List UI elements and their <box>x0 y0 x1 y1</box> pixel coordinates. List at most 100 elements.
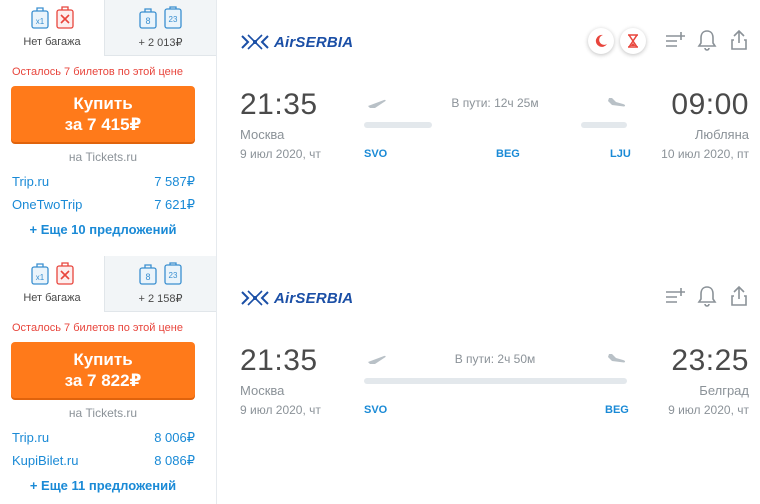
hand-luggage-icon: x1 <box>30 263 49 285</box>
baggage-options: x1 Нет багажа 8 <box>0 256 216 312</box>
flight-duration: В пути: 12ч 25м <box>451 96 539 110</box>
departure-airport-code[interactable]: SVO <box>364 404 387 416</box>
landing-icon <box>607 98 627 110</box>
more-offers-link[interactable]: + Еще 11 предложений <box>0 478 206 493</box>
departure-city: Москва <box>240 383 285 398</box>
offer-price[interactable]: 8 086₽ <box>154 453 195 469</box>
buy-price: за 7 822₽ <box>64 371 142 390</box>
offer-agent[interactable]: KupiBilet.ru <box>12 453 78 468</box>
airserbia-emblem-icon <box>241 290 269 306</box>
share-icon <box>731 285 747 306</box>
takeoff-icon <box>366 99 386 110</box>
hand-luggage-icon: 8 <box>139 8 157 29</box>
airline-name: AirSERBIA <box>274 33 354 51</box>
compare-button[interactable] <box>664 284 686 308</box>
ticket-card: x1 Нет багажа 8 <box>0 0 760 256</box>
arrival-airport-code[interactable]: BEG <box>605 404 629 416</box>
route-segment <box>581 122 627 128</box>
moon-icon <box>595 34 607 47</box>
offer-agent[interactable]: OneTwoTrip <box>12 197 82 212</box>
departure-city: Москва <box>240 127 285 142</box>
seller-name: на Tickets.ru <box>68 150 138 164</box>
buy-price: за 7 415₽ <box>64 115 142 134</box>
checked-baggage-icon: 23 <box>164 262 182 285</box>
offer-price[interactable]: 7 587₽ <box>154 174 195 190</box>
offer-row[interactable]: Trip.ru 8 006₽ <box>12 430 195 445</box>
baggage-options: x1 Нет багажа 8 <box>0 0 216 56</box>
share-button[interactable] <box>728 284 750 308</box>
compare-button[interactable] <box>664 28 686 52</box>
hand-luggage-icon: x1 <box>30 7 49 29</box>
svg-text:8: 8 <box>145 16 150 26</box>
no-baggage-option[interactable]: x1 Нет багажа <box>0 0 104 56</box>
flight-badges <box>588 28 646 54</box>
svg-text:23: 23 <box>169 271 178 280</box>
offer-row[interactable]: OneTwoTrip 7 621₽ <box>12 197 195 212</box>
divider <box>216 256 217 504</box>
departure-time: 21:35 <box>240 88 318 121</box>
price-panel: x1 Нет багажа 8 <box>0 256 216 504</box>
bell-icon <box>697 286 717 307</box>
price-alert-button[interactable] <box>696 28 718 52</box>
price-panel: x1 Нет багажа 8 <box>0 0 216 256</box>
stop-airport-code[interactable]: BEG <box>496 148 520 160</box>
checked-baggage-icon: 23 <box>164 6 182 29</box>
add-to-list-icon <box>666 32 685 47</box>
svg-text:x1: x1 <box>35 17 44 26</box>
ticket-card: x1 Нет багажа 8 <box>0 256 760 504</box>
add-to-list-icon <box>666 288 685 303</box>
arrival-date: 10 июл 2020, пт <box>661 147 749 161</box>
with-baggage-price: + 2 013₽ <box>138 37 183 49</box>
more-offers-link[interactable]: + Еще 10 предложений <box>0 222 206 237</box>
no-baggage-icon <box>55 262 74 285</box>
arrival-date: 9 июл 2020, чт <box>668 403 749 417</box>
offer-agent[interactable]: Trip.ru <box>12 174 49 189</box>
arrival-airport-code[interactable]: LJU <box>610 148 631 160</box>
no-baggage-option[interactable]: x1 Нет багажа <box>0 256 104 312</box>
route-segment <box>364 378 627 384</box>
svg-text:23: 23 <box>169 15 178 24</box>
offer-price[interactable]: 7 621₽ <box>154 197 195 213</box>
svg-text:8: 8 <box>145 272 150 282</box>
airline-name: AirSERBIA <box>274 289 354 307</box>
seller-name: на Tickets.ru <box>68 406 138 420</box>
price-alert-button[interactable] <box>696 284 718 308</box>
arrival-time: 09:00 <box>671 88 749 121</box>
buy-button[interactable]: Купить за 7 415₽ <box>11 86 195 142</box>
offer-row[interactable]: Trip.ru 7 587₽ <box>12 174 195 189</box>
offer-agent[interactable]: Trip.ru <box>12 430 49 445</box>
no-baggage-icon <box>55 6 74 29</box>
buy-label: Купить <box>73 94 133 113</box>
with-baggage-option[interactable]: 8 23 + 2 013₽ <box>104 0 216 56</box>
offer-row[interactable]: KupiBilet.ru 8 086₽ <box>12 453 195 468</box>
night-flight-badge[interactable] <box>588 28 614 54</box>
hourglass-icon <box>628 34 638 48</box>
tickets-left-warning: Осталось 7 билетов по этой цене <box>12 322 183 334</box>
offer-price[interactable]: 8 006₽ <box>154 430 195 446</box>
share-button[interactable] <box>728 28 750 52</box>
takeoff-icon <box>366 355 386 366</box>
long-layover-badge[interactable] <box>620 28 646 54</box>
divider <box>216 0 217 256</box>
hand-luggage-icon: 8 <box>139 264 157 285</box>
card-actions <box>664 28 750 52</box>
departure-date: 9 июл 2020, чт <box>240 403 321 417</box>
arrival-city: Белград <box>699 383 749 398</box>
svg-text:x1: x1 <box>35 273 44 282</box>
arrival-time: 23:25 <box>671 344 749 377</box>
buy-button[interactable]: Купить за 7 822₽ <box>11 342 195 398</box>
departure-time: 21:35 <box>240 344 318 377</box>
card-actions <box>664 284 750 308</box>
with-baggage-price: + 2 158₽ <box>138 293 183 305</box>
route-segment <box>364 122 432 128</box>
airline-logo: AirSERBIA <box>240 286 353 310</box>
departure-airport-code[interactable]: SVO <box>364 148 387 160</box>
landing-icon <box>607 354 627 366</box>
airserbia-emblem-icon <box>241 34 269 50</box>
with-baggage-option[interactable]: 8 23 + 2 158₽ <box>104 256 216 312</box>
buy-label: Купить <box>73 350 133 369</box>
arrival-city: Любляна <box>694 127 749 142</box>
tickets-left-warning: Осталось 7 билетов по этой цене <box>12 66 183 78</box>
bell-icon <box>697 30 717 51</box>
no-baggage-label: Нет багажа <box>23 36 81 48</box>
